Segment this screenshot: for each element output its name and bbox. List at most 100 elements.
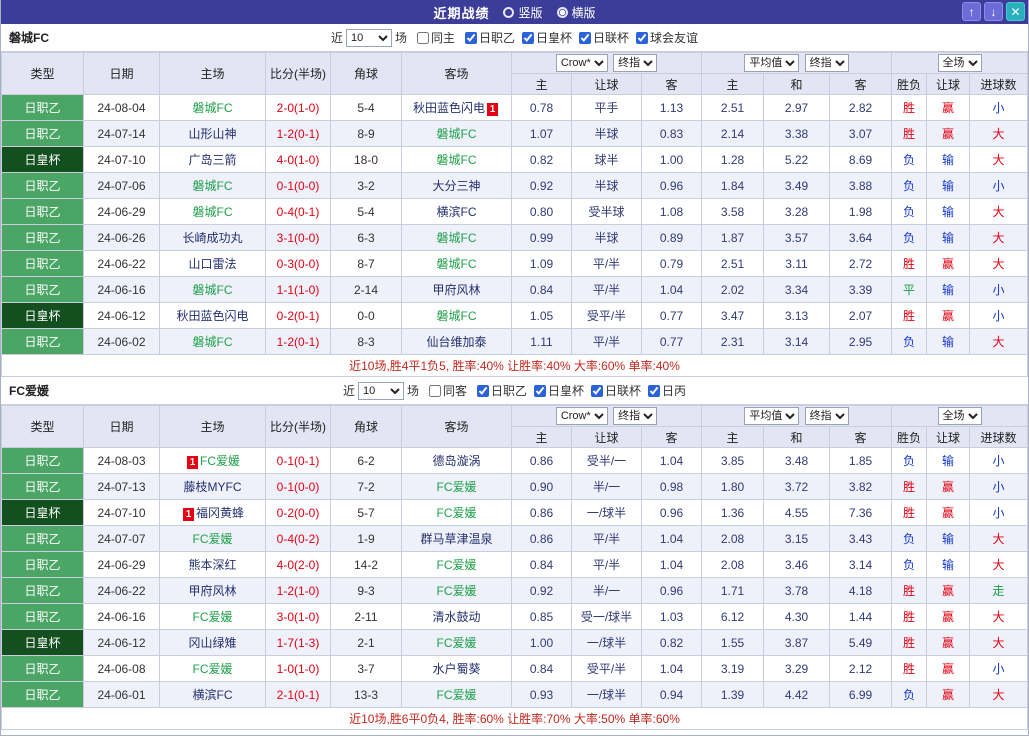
match-date: 24-08-03 — [84, 448, 160, 474]
result-handicap: 输 — [927, 448, 970, 474]
league-checkbox[interactable] — [534, 385, 546, 397]
match-row: 日职乙24-08-04磐城FC2-0(1-0)5-4秋田蓝色闪电10.78平手1… — [2, 95, 1028, 121]
odds-source-select[interactable]: Crow* — [556, 54, 608, 72]
avg-odds-home: 6.12 — [702, 604, 764, 630]
avg-stage-select[interactable]: 终指 — [805, 407, 849, 425]
home-team: 1福冈黄蜂 — [160, 500, 266, 526]
avg-source-select[interactable]: 平均值 — [744, 407, 799, 425]
match-score: 0-4(0-2) — [266, 526, 331, 552]
odds-source-select[interactable]: Crow* — [556, 407, 608, 425]
handicap-odds-home: 0.82 — [512, 147, 572, 173]
match-type-badge: 日职乙 — [2, 552, 84, 578]
result-handicap: 输 — [927, 199, 970, 225]
scope-select[interactable]: 全场 — [938, 407, 982, 425]
corner-count: 5-4 — [331, 95, 402, 121]
result-handicap: 赢 — [927, 251, 970, 277]
result-goals: 大 — [970, 225, 1028, 251]
league-filter[interactable]: 日皇杯 — [527, 382, 584, 399]
avg-stage-select[interactable]: 终指 — [805, 54, 849, 72]
away-team: 磐城FC — [402, 251, 512, 277]
match-type-badge: 日职乙 — [2, 329, 84, 355]
avg-source-select[interactable]: 平均值 — [744, 54, 799, 72]
league-checkbox[interactable] — [579, 32, 591, 44]
league-filter[interactable]: 日联杯 — [584, 382, 641, 399]
avg-odds-home: 2.08 — [702, 552, 764, 578]
recent-count-select[interactable]: 10 — [346, 29, 392, 47]
away-team: 水户蜀葵 — [402, 656, 512, 682]
league-label: 日职乙 — [491, 382, 527, 399]
avg-odds-home: 1.55 — [702, 630, 764, 656]
titlebar: 近期战绩 竖版 横版 ↑ ↓ ✕ — [1, 0, 1028, 24]
recent-count-select[interactable]: 10 — [358, 382, 404, 400]
match-date: 24-06-26 — [84, 225, 160, 251]
league-filter[interactable]: 日联杯 — [572, 29, 629, 46]
same-venue-checkbox[interactable] — [417, 32, 429, 44]
avg-group-header: 平均值 终指 — [702, 53, 892, 74]
match-row: 日职乙24-06-02磐城FC1-2(0-1)8-3仙台维加泰1.11平/半0.… — [2, 329, 1028, 355]
corner-count: 18-0 — [331, 147, 402, 173]
match-filters: 近 10 场 同客 日职乙日皇杯日联杯日丙 — [231, 382, 798, 400]
layout-radio-vertical[interactable]: 竖版 — [503, 4, 542, 21]
result-winlose: 胜 — [892, 95, 927, 121]
league-filter[interactable]: 日职乙 — [470, 382, 527, 399]
result-winlose: 胜 — [892, 251, 927, 277]
col-handicap: 让球 — [572, 74, 642, 95]
move-down-button[interactable]: ↓ — [984, 2, 1003, 21]
away-team: 磐城FC — [402, 147, 512, 173]
league-checkbox[interactable] — [477, 385, 489, 397]
avg-odds-draw: 5.22 — [764, 147, 830, 173]
avg-odds-draw: 4.30 — [764, 604, 830, 630]
avg-odds-draw: 3.49 — [764, 173, 830, 199]
league-filter[interactable]: 日丙 — [641, 382, 686, 399]
league-filter[interactable]: 日皇杯 — [515, 29, 572, 46]
result-goals: 小 — [970, 277, 1028, 303]
match-score: 2-1(0-1) — [266, 682, 331, 708]
result-goals: 小 — [970, 95, 1028, 121]
avg-odds-draw: 3.48 — [764, 448, 830, 474]
avg-odds-away: 1.85 — [830, 448, 892, 474]
league-checkbox[interactable] — [636, 32, 648, 44]
close-button[interactable]: ✕ — [1006, 2, 1025, 21]
match-date: 24-07-10 — [84, 147, 160, 173]
handicap-line: 平/半 — [572, 251, 642, 277]
layout-radio-horizontal[interactable]: 横版 — [557, 4, 596, 21]
league-checkbox[interactable] — [465, 32, 477, 44]
avg-odds-home: 1.39 — [702, 682, 764, 708]
same-venue-filter[interactable]: 同客 — [422, 382, 467, 399]
handicap-odds-away: 1.04 — [642, 526, 702, 552]
corner-count: 13-3 — [331, 682, 402, 708]
games-label: 场 — [407, 382, 419, 399]
league-filter[interactable]: 日职乙 — [458, 29, 515, 46]
scope-select[interactable]: 全场 — [938, 54, 982, 72]
col-winlose: 胜负 — [892, 427, 927, 448]
move-up-button[interactable]: ↑ — [962, 2, 981, 21]
home-team: 山口雷法 — [160, 251, 266, 277]
result-handicap: 赢 — [927, 578, 970, 604]
result-goals: 大 — [970, 682, 1028, 708]
radio-label: 竖版 — [518, 4, 542, 21]
same-venue-checkbox[interactable] — [429, 385, 441, 397]
avg-odds-draw: 3.38 — [764, 121, 830, 147]
league-filter[interactable]: 球会友谊 — [629, 29, 698, 46]
league-checkbox[interactable] — [648, 385, 660, 397]
match-date: 24-06-22 — [84, 578, 160, 604]
match-type-badge: 日职乙 — [2, 277, 84, 303]
handicap-line: 半球 — [572, 121, 642, 147]
league-checkbox[interactable] — [591, 385, 603, 397]
avg-odds-draw: 3.11 — [764, 251, 830, 277]
same-venue-filter[interactable]: 同主 — [410, 29, 455, 46]
odds-stage-select[interactable]: 终指 — [613, 54, 657, 72]
avg-odds-away: 3.43 — [830, 526, 892, 552]
avg-odds-away: 6.99 — [830, 682, 892, 708]
match-row: 日职乙24-06-22甲府风林1-2(1-0)9-3FC爱媛0.92半/一0.9… — [2, 578, 1028, 604]
odds-stage-select[interactable]: 终指 — [613, 407, 657, 425]
titlebar-buttons: ↑ ↓ ✕ — [962, 2, 1025, 21]
home-team: 1FC爱媛 — [160, 448, 266, 474]
col-away: 客场 — [402, 53, 512, 95]
league-checkbox[interactable] — [522, 32, 534, 44]
window-title: 近期战绩 — [433, 3, 489, 22]
match-score: 4-0(1-0) — [266, 147, 331, 173]
match-type-badge: 日职乙 — [2, 225, 84, 251]
col-odds-home: 主 — [512, 427, 572, 448]
table-header: 类型 日期 主场 比分(半场) 角球 客场 Crow* 终指 平均值 终指 — [2, 406, 1028, 448]
